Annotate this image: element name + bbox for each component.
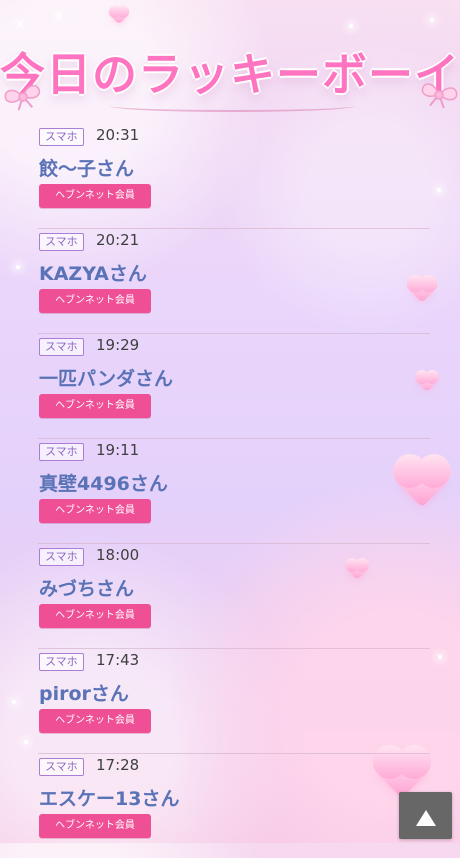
list-item: スマホ 20:31 餃〜子さん ヘブンネット会員	[38, 124, 430, 229]
sparkle-icon	[438, 655, 442, 659]
lucky-boy-list: スマホ 20:31 餃〜子さん ヘブンネット会員 スマホ 20:21 KAZYA…	[38, 124, 430, 858]
user-name: pirorさん	[39, 683, 129, 705]
user-name: エスケー13さん	[39, 788, 180, 810]
list-item: スマホ 17:43 pirorさん ヘブンネット会員	[38, 649, 430, 754]
page-title: 今日のラッキーボーイ	[0, 48, 460, 101]
device-badge: スマホ	[39, 338, 84, 356]
member-badge: ヘブンネット会員	[39, 184, 151, 208]
entry-time: 19:29	[96, 336, 140, 354]
user-name: 真壁4496さん	[39, 473, 168, 495]
user-name: 餃〜子さん	[39, 158, 135, 180]
entry-time: 19:11	[96, 441, 140, 459]
list-item: スマホ 20:21 KAZYAさん ヘブンネット会員	[38, 229, 430, 334]
list-item: スマホ 17:28 エスケー13さん ヘブンネット会員	[38, 754, 430, 858]
member-badge: ヘブンネット会員	[39, 499, 151, 523]
member-badge: ヘブンネット会員	[39, 814, 151, 838]
user-name: KAZYAさん	[39, 263, 147, 285]
sparkle-icon	[12, 700, 16, 704]
device-badge: スマホ	[39, 233, 84, 251]
member-badge: ヘブンネット会員	[39, 604, 151, 628]
up-triangle-icon	[416, 810, 436, 826]
list-item: スマホ 19:29 一匹パンダさん ヘブンネット会員	[38, 334, 430, 439]
device-badge: スマホ	[39, 128, 84, 146]
device-badge: スマホ	[39, 443, 84, 461]
page-header: 今日のラッキーボーイ	[0, 0, 460, 118]
entry-time: 17:43	[96, 651, 140, 669]
sparkle-icon	[24, 740, 28, 744]
bow-icon	[421, 83, 458, 109]
member-badge: ヘブンネット会員	[39, 709, 151, 733]
device-badge: スマホ	[39, 758, 84, 776]
sparkle-icon	[16, 265, 20, 269]
entry-time: 20:31	[96, 126, 140, 144]
entry-time: 20:21	[96, 231, 140, 249]
device-badge: スマホ	[39, 548, 84, 566]
member-badge: ヘブンネット会員	[39, 289, 151, 313]
device-badge: スマホ	[39, 653, 84, 671]
list-item: スマホ 19:11 真壁4496さん ヘブンネット会員	[38, 439, 430, 544]
sparkle-icon	[437, 188, 441, 192]
member-badge: ヘブンネット会員	[39, 394, 151, 418]
title-underline-decoration	[110, 100, 355, 112]
entry-time: 17:28	[96, 756, 140, 774]
entry-time: 18:00	[96, 546, 140, 564]
user-name: 一匹パンダさん	[39, 368, 173, 390]
user-name: みづちさん	[39, 578, 135, 600]
list-item: スマホ 18:00 みづちさん ヘブンネット会員	[38, 544, 430, 649]
